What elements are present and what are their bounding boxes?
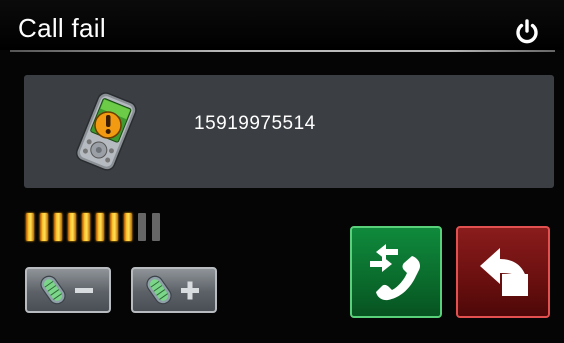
title-divider <box>10 50 555 52</box>
mic-plus-icon <box>146 275 199 305</box>
title-bar: Call fail <box>0 0 564 50</box>
volume-segment <box>54 213 62 241</box>
call-info-panel: 15919975514 <box>24 75 554 188</box>
back-arrow-icon <box>480 248 528 296</box>
volume-segment <box>110 213 118 241</box>
volume-down-button[interactable] <box>25 267 111 313</box>
mic-minus-icon <box>40 275 93 305</box>
volume-segment <box>82 213 90 241</box>
volume-level-bar <box>26 213 160 243</box>
volume-segment <box>124 213 132 241</box>
device-warning-icon <box>68 89 142 175</box>
redial-button[interactable] <box>350 226 442 318</box>
volume-segment <box>26 213 34 241</box>
page-title: Call fail <box>18 13 106 43</box>
call-fail-screen: Call fail 15919975514 <box>0 0 564 343</box>
volume-up-button[interactable] <box>131 267 217 313</box>
volume-segment <box>96 213 104 241</box>
volume-segment <box>40 213 48 241</box>
volume-segment <box>152 213 160 241</box>
redial-icon <box>370 244 421 301</box>
back-button[interactable] <box>456 226 550 318</box>
phone-number: 15919975514 <box>194 113 316 134</box>
power-icon[interactable] <box>512 17 542 47</box>
volume-segment <box>138 213 146 241</box>
volume-segment <box>68 213 76 241</box>
